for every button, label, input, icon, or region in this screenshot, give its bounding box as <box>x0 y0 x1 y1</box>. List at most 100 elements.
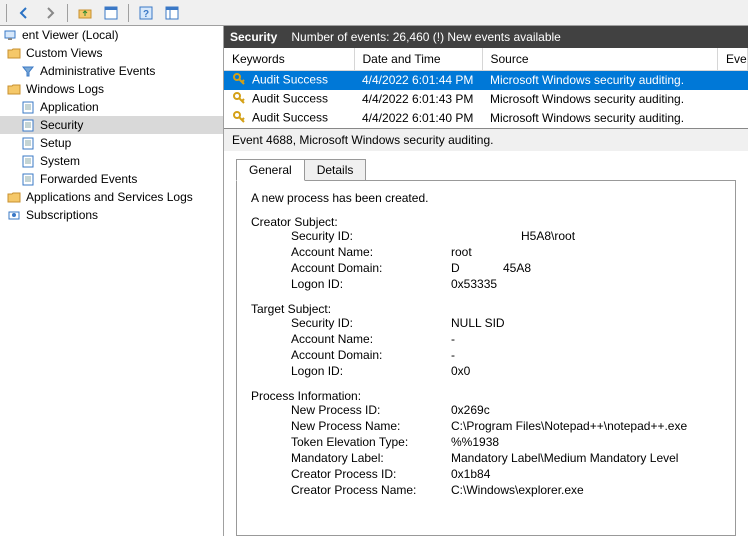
svg-text:?: ? <box>143 9 149 20</box>
tab-general[interactable]: General <box>236 159 305 181</box>
col-datetime[interactable]: Date and Time <box>354 48 482 70</box>
column-header-row: Keywords Date and Time Source Eve <box>224 48 748 70</box>
token-elevation-value: %%1938 <box>451 435 721 450</box>
folder-up-icon[interactable] <box>74 2 96 24</box>
tree-item-label: System <box>40 154 80 168</box>
log-count-label: Number of events: 26,460 (!) New events … <box>291 30 560 44</box>
mandatory-label-label: Mandatory Label: <box>291 451 451 466</box>
tree-item-forwarded-events[interactable]: Forwarded Events <box>0 170 223 188</box>
target-sid-label: Security ID: <box>291 316 451 331</box>
computer-icon <box>2 27 18 43</box>
target-domain-value: - <box>451 348 721 363</box>
event-detail-body: A new process has been created. Creator … <box>236 180 736 536</box>
log-title: Security <box>230 30 277 44</box>
log-icon <box>20 117 36 133</box>
event-detail-header: Event 4688, Microsoft Windows security a… <box>224 129 748 151</box>
properties-icon[interactable] <box>100 2 122 24</box>
row-datetime: 4/4/2022 6:01:43 PM <box>354 90 482 109</box>
creator-logonid-label: Logon ID: <box>291 277 451 292</box>
folder-icon <box>6 45 22 61</box>
row-source: Microsoft Windows security auditing. <box>482 70 718 90</box>
key-icon <box>232 110 246 127</box>
creator-process-name-label: Creator Process Name: <box>291 483 451 498</box>
subs-icon <box>6 207 22 223</box>
forward-arrow-icon[interactable] <box>39 2 61 24</box>
target-accountname-value: - <box>451 332 721 347</box>
event-list: Keywords Date and Time Source Eve Audit … <box>224 48 748 129</box>
app-toolbar: ? <box>0 0 748 26</box>
tree-item-label: Custom Views <box>26 46 102 60</box>
col-keywords[interactable]: Keywords <box>224 48 354 70</box>
tree-item-security[interactable]: Security <box>0 116 223 134</box>
event-row[interactable]: Audit Success 4/4/2022 6:01:43 PMMicrosof… <box>224 90 748 109</box>
log-icon <box>20 99 36 115</box>
tree-item-label: Security <box>40 118 83 132</box>
row-source: Microsoft Windows security auditing. <box>482 90 718 109</box>
event-row[interactable]: Audit Success4/4/2022 6:01:44 PMMicrosof… <box>224 70 748 90</box>
tree-item-label: Application <box>40 100 99 114</box>
creator-process-id-label: Creator Process ID: <box>291 467 451 482</box>
creator-accountname-label: Account Name: <box>291 245 451 260</box>
tree-item-application[interactable]: Application <box>0 98 223 116</box>
help-icon[interactable]: ? <box>135 2 157 24</box>
creator-sid-label: Security ID: <box>291 229 451 244</box>
row-keywords: Audit Success <box>252 91 328 105</box>
row-eventid <box>718 70 748 90</box>
process-info-head: Process Information: <box>251 389 721 403</box>
tree-root-label: ent Viewer (Local) <box>22 28 119 42</box>
key-icon <box>232 72 246 89</box>
col-source[interactable]: Source <box>482 48 718 70</box>
filter-icon <box>20 63 36 79</box>
target-subject-head: Target Subject: <box>251 302 721 316</box>
tree-root[interactable]: ent Viewer (Local) <box>0 26 223 44</box>
token-elevation-label: Token Elevation Type: <box>291 435 451 450</box>
event-row[interactable]: Audit Success 4/4/2022 6:01:40 PMMicrosof… <box>224 109 748 128</box>
tree-item-applications-and-services-logs[interactable]: Applications and Services Logs <box>0 188 223 206</box>
col-eventid[interactable]: Eve <box>718 48 748 70</box>
row-source: Microsoft Windows security auditing. <box>482 109 718 128</box>
tree-item-administrative-events[interactable]: Administrative Events <box>0 62 223 80</box>
folder-icon <box>6 81 22 97</box>
tree-item-custom-views[interactable]: Custom Views <box>0 44 223 62</box>
intro-line: A new process has been created. <box>251 191 721 205</box>
tree-item-label: Forwarded Events <box>40 172 137 186</box>
tree-item-setup[interactable]: Setup <box>0 134 223 152</box>
creator-process-name-value: C:\Windows\explorer.exe <box>451 483 721 498</box>
row-eventid <box>718 109 748 128</box>
log-icon <box>20 135 36 151</box>
log-header-bar: Security Number of events: 26,460 (!) Ne… <box>224 26 748 48</box>
new-process-id-label: New Process ID: <box>291 403 451 418</box>
tree-item-label: Windows Logs <box>26 82 104 96</box>
row-datetime: 4/4/2022 6:01:44 PM <box>354 70 482 90</box>
target-logonid-value: 0x0 <box>451 364 721 379</box>
target-sid-value: NULL SID <box>451 316 721 331</box>
tab-details[interactable]: Details <box>304 159 367 181</box>
creator-domain-label: Account Domain: <box>291 261 451 276</box>
tree-item-system[interactable]: System <box>0 152 223 170</box>
new-process-name-value: C:\Program Files\Notepad++\notepad++.exe <box>451 419 721 434</box>
target-accountname-label: Account Name: <box>291 332 451 347</box>
target-logonid-label: Logon ID: <box>291 364 451 379</box>
row-keywords: Audit Success <box>252 110 328 124</box>
new-process-id-value: 0x269c <box>451 403 721 418</box>
tree-item-windows-logs[interactable]: Windows Logs <box>0 80 223 98</box>
tree-item-label: Subscriptions <box>26 208 98 222</box>
creator-logonid-value: 0x53335 <box>451 277 721 292</box>
back-arrow-icon[interactable] <box>13 2 35 24</box>
log-icon <box>20 171 36 187</box>
creator-subject-head: Creator Subject: <box>251 215 721 229</box>
log-icon <box>20 153 36 169</box>
creator-sid-value: H5A8\root <box>451 229 721 244</box>
tree-item-subscriptions[interactable]: Subscriptions <box>0 206 223 224</box>
detail-tabs: General Details <box>236 159 748 181</box>
new-process-name-label: New Process Name: <box>291 419 451 434</box>
panes-icon[interactable] <box>161 2 183 24</box>
creator-process-id-value: 0x1b84 <box>451 467 721 482</box>
folder-icon <box>6 189 22 205</box>
target-domain-label: Account Domain: <box>291 348 451 363</box>
tree-item-label: Administrative Events <box>40 64 155 78</box>
key-icon <box>232 91 246 108</box>
row-eventid <box>718 90 748 109</box>
row-datetime: 4/4/2022 6:01:40 PM <box>354 109 482 128</box>
creator-domain-value: D 45A8 <box>451 261 721 276</box>
